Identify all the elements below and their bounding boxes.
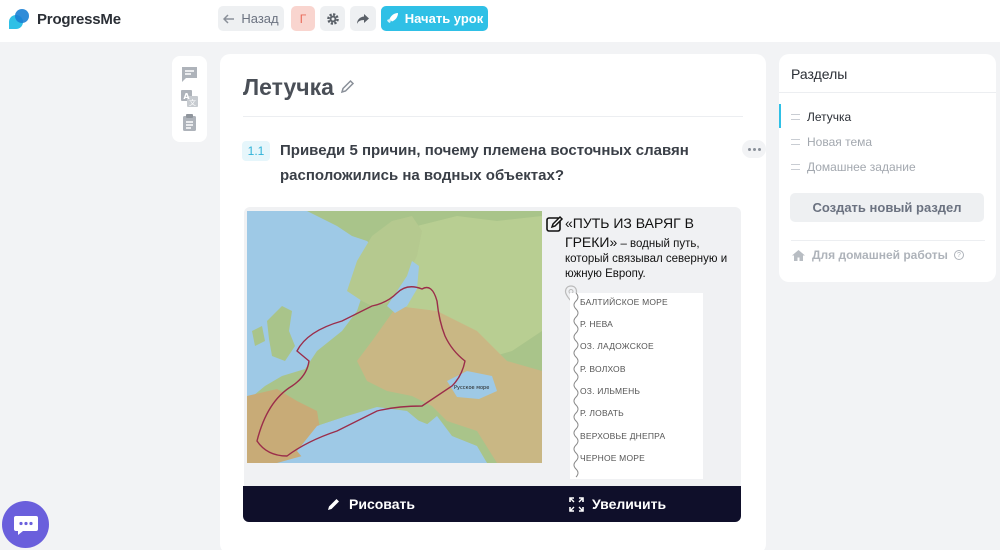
chat-icon <box>13 515 38 535</box>
lesson-card: Летучка 1.1 Приведи 5 причин, почему пле… <box>220 54 766 550</box>
europe-map: Русское море <box>247 211 542 463</box>
route-item: Р. ВОЛХОВ <box>580 364 626 374</box>
tool-column: A 文 <box>172 56 207 142</box>
drag-handle-icon[interactable] <box>791 164 800 170</box>
lesson-title: Летучка <box>243 74 334 100</box>
gear-icon <box>326 12 339 25</box>
dot <box>757 147 761 151</box>
dot <box>747 147 751 151</box>
clipboard-icon[interactable] <box>180 113 199 132</box>
arrow-left-icon <box>223 13 235 24</box>
create-section-button[interactable]: Создать новый раздел <box>790 193 984 222</box>
map-sea-label: Русское море <box>454 385 489 391</box>
expand-icon <box>569 496 584 512</box>
settings-button[interactable] <box>320 6 345 31</box>
pencil-icon[interactable] <box>340 79 355 94</box>
homework-label: Для домашней работы <box>812 248 948 262</box>
active-section-indicator <box>779 104 781 128</box>
section-label: Новая тема <box>807 135 873 149</box>
route-item: БАЛТИЙСКОЕ МОРЕ <box>580 297 668 307</box>
progressme-logo-icon <box>9 9 29 29</box>
route-item: ЧЕРНОЕ МОРЕ <box>580 453 646 463</box>
route-item: ОЗ. ИЛЬМЕНЬ <box>580 386 641 396</box>
more-options-button[interactable] <box>742 140 766 158</box>
help-icon[interactable]: ? <box>953 250 964 260</box>
route-item: Р. ЛОВАТЬ <box>580 408 624 418</box>
rocket-icon <box>386 13 398 23</box>
sections-divider-2 <box>791 240 985 241</box>
home-icon <box>792 249 805 261</box>
section-label: Летучка <box>807 110 852 124</box>
section-item-letuchka[interactable]: Летучка <box>791 110 851 124</box>
translate-icon[interactable]: A 文 <box>180 89 199 108</box>
back-button[interactable]: Назад <box>218 6 284 31</box>
edit-note-icon <box>546 215 564 232</box>
start-lesson-label: Начать урок <box>404 11 484 26</box>
section-item-homework[interactable]: Домашнее задание <box>791 160 916 174</box>
sections-title: Разделы <box>791 66 848 82</box>
start-lesson-button[interactable]: Начать урок <box>381 6 488 31</box>
sections-divider <box>779 92 996 93</box>
user-initial-button[interactable]: Г <box>291 6 315 31</box>
zoom-button[interactable]: Увеличить <box>569 486 666 522</box>
drag-handle-icon[interactable] <box>791 114 800 120</box>
logo[interactable]: ProgressMe <box>8 8 121 30</box>
task-question: Приведи 5 причин, почему племена восточн… <box>280 142 689 184</box>
route-item: ОЗ. ЛАДОЖСКОЕ <box>580 341 654 351</box>
drag-handle-icon[interactable] <box>791 139 800 145</box>
pencil-icon <box>328 499 339 510</box>
sections-panel: Разделы Летучка Новая тема Домашнее зада… <box>779 54 996 282</box>
route-list: БАЛТИЙСКОЕ МОРЕ Р. НЕВА ОЗ. ЛАДОЖСКОЕ Р.… <box>570 293 703 479</box>
svg-text:文: 文 <box>189 98 196 107</box>
section-label: Домашнее задание <box>807 160 916 174</box>
dot <box>752 147 756 151</box>
media-action-bar: Рисовать Увеличить <box>243 486 741 522</box>
zoom-label: Увеличить <box>592 496 667 512</box>
section-item-new-topic[interactable]: Новая тема <box>791 135 872 149</box>
draw-label: Рисовать <box>349 496 415 512</box>
map-caption: «ПУТЬ ИЗ ВАРЯГ В ГРЕКИ» – водный путь, к… <box>565 214 737 282</box>
comment-icon[interactable] <box>180 65 199 84</box>
task-number: 1.1 <box>242 141 270 161</box>
task-image: Русское море «ПУТЬ ИЗ ВАРЯГ В ГРЕКИ» – в… <box>244 207 741 487</box>
draw-button[interactable]: Рисовать <box>327 486 415 522</box>
title-divider <box>243 116 743 117</box>
share-arrow-icon <box>357 13 369 24</box>
back-label: Назад <box>241 11 279 26</box>
user-initial: Г <box>299 11 307 26</box>
chat-button[interactable] <box>2 501 49 548</box>
share-button[interactable] <box>350 6 376 31</box>
app-name: ProgressMe <box>37 10 121 28</box>
homework-toggle[interactable]: Для домашней работы ? <box>791 248 964 262</box>
route-item: ВЕРХОВЬЕ ДНЕПРА <box>580 431 666 441</box>
route-item: Р. НЕВА <box>580 319 614 329</box>
top-bar: ProgressMe Назад Г Начать урок <box>0 0 1000 42</box>
